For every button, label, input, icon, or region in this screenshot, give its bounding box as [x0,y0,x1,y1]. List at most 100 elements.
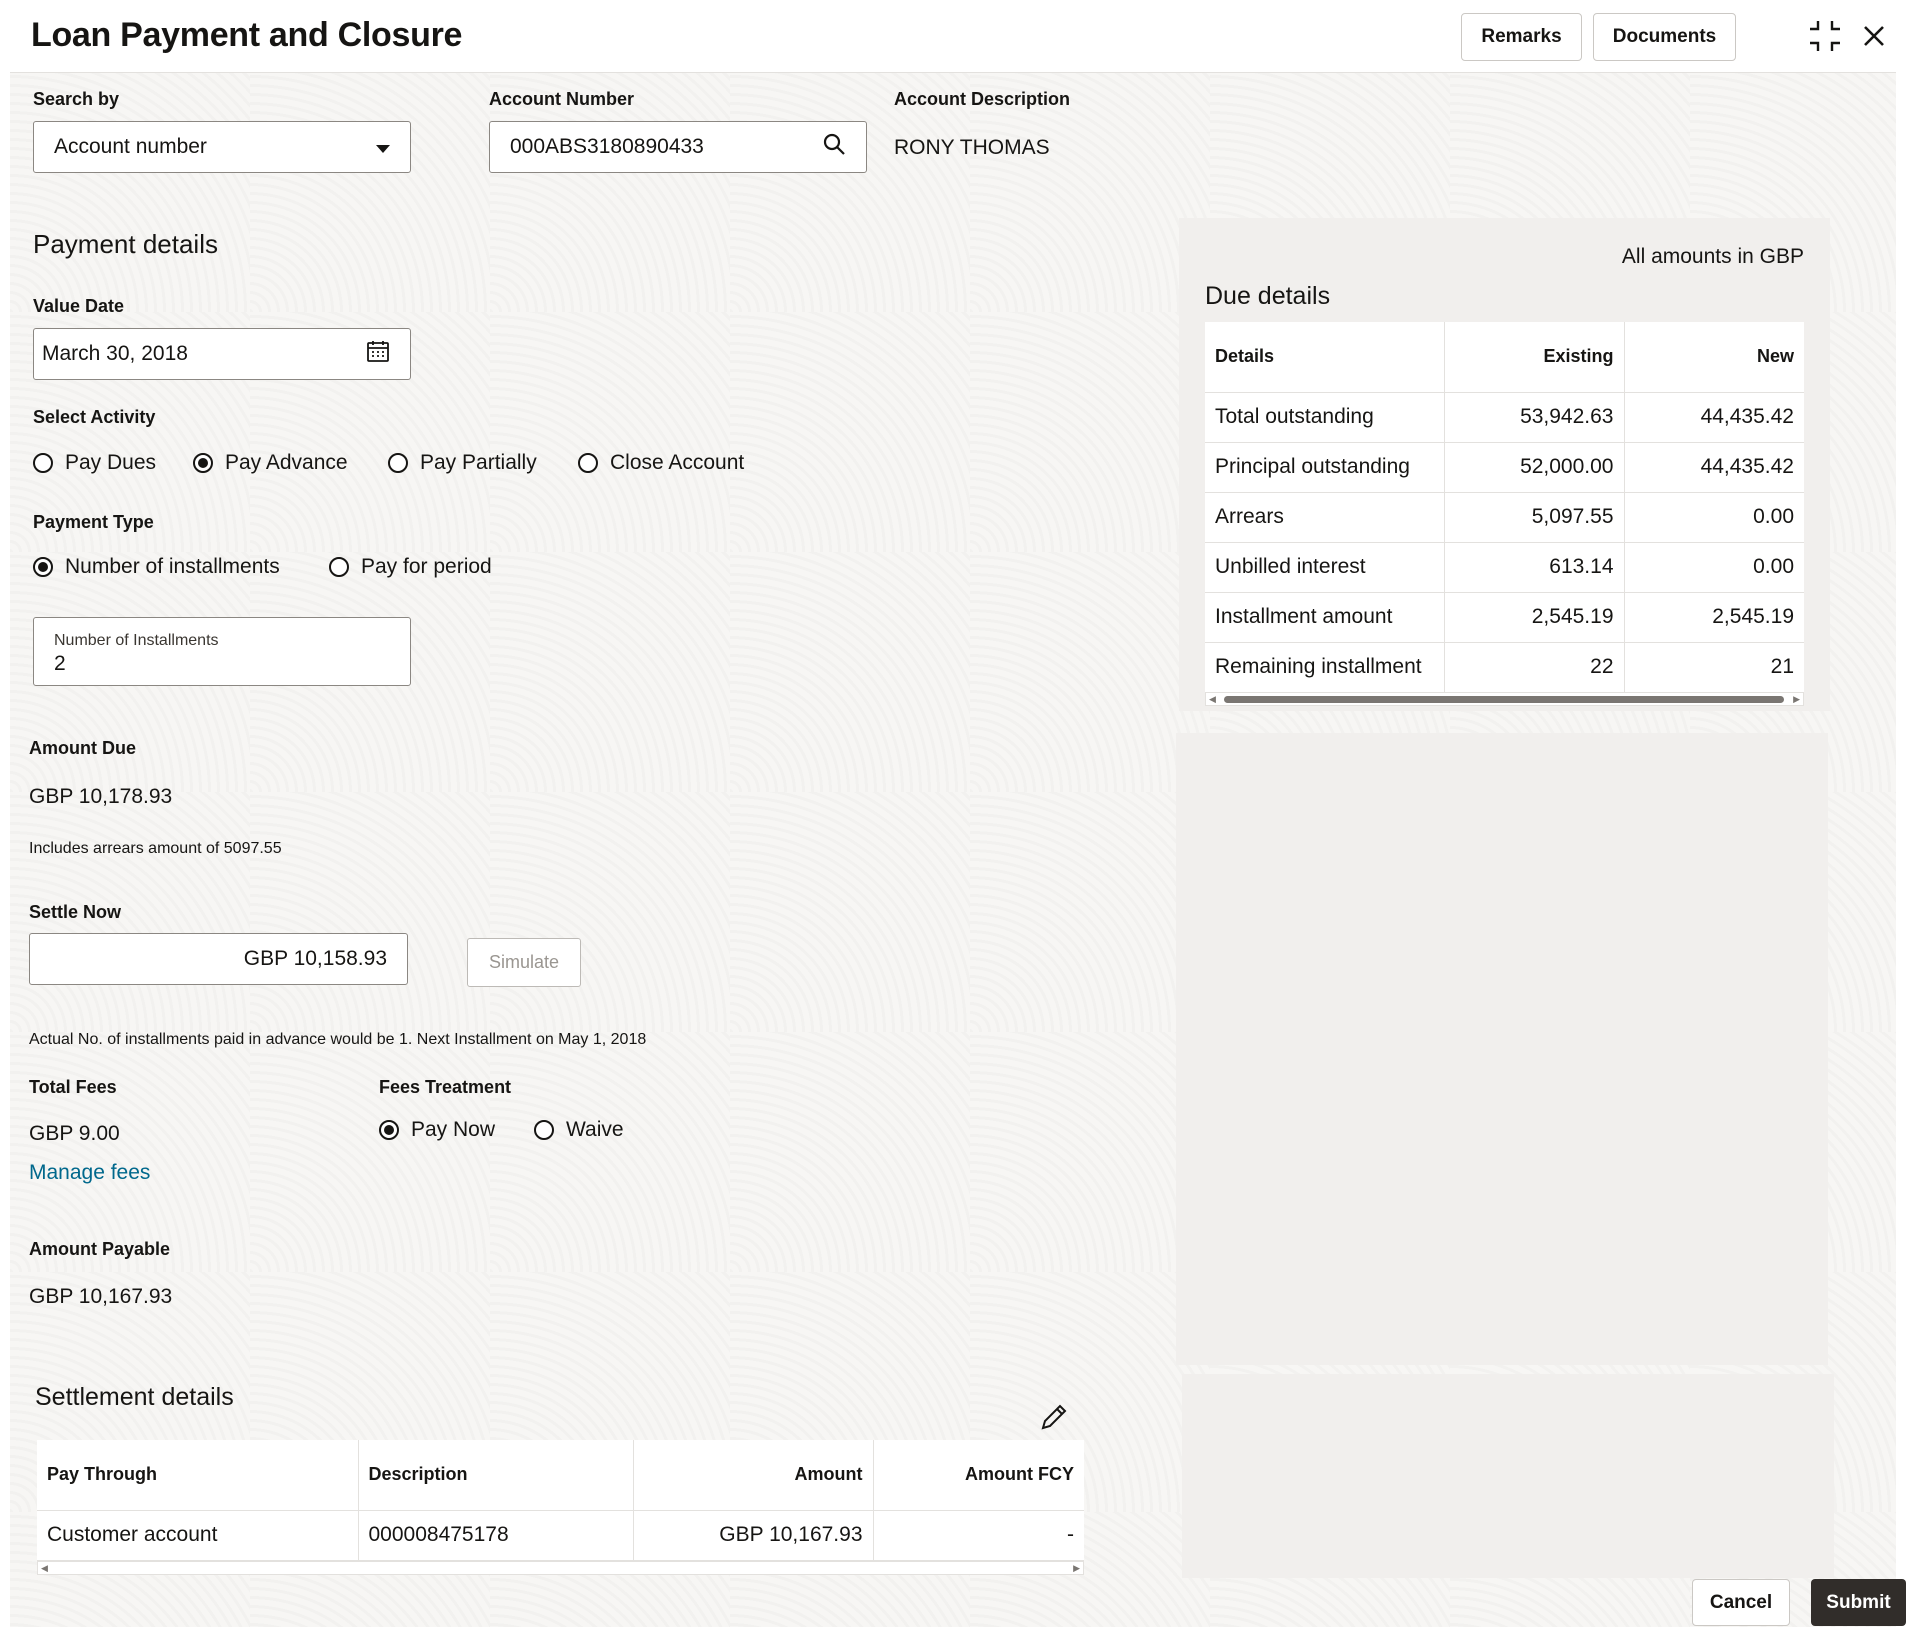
total-fees-value: GBP 9.00 [29,1122,120,1145]
activity-option-label: Pay Dues [65,451,157,474]
table-header-row: Pay Through Description Amount Amount FC… [37,1440,1084,1511]
table-row[interactable]: Customer account 000008475178 GBP 10,167… [37,1510,1084,1561]
scroll-left-icon[interactable]: ◀ [1209,694,1216,705]
total-fees-label: Total Fees [29,1077,117,1097]
search-by-value: Account number [54,135,207,158]
currency-note: All amounts in GBP [1621,245,1804,268]
table-cell: Arrears [1205,492,1445,543]
value-date-value: March 30, 2018 [42,342,188,365]
scroll-right-icon[interactable]: ▶ [1073,1563,1080,1574]
table-cell: 000008475178 [358,1510,634,1561]
radio-selected-icon [33,557,53,577]
payment-type-option-label: Pay for period [361,555,492,578]
radio-icon [388,453,408,473]
activity-option-label: Pay Partially [420,451,537,474]
settlement-details-title: Settlement details [35,1383,234,1411]
scroll-left-icon[interactable]: ◀ [41,1563,48,1574]
value-date-label: Value Date [33,296,125,316]
submit-button[interactable]: Submit [1811,1579,1906,1626]
fees-option-pay-now[interactable]: Pay Now [379,1118,495,1142]
settlement-scrollbar[interactable]: ◀ ▶ [37,1561,1084,1575]
remarks-button[interactable]: Remarks [1461,13,1582,61]
due-details-table: Details Existing New Total outstanding 5… [1205,322,1804,693]
due-details-scrollbar[interactable]: ◀ ▶ [1205,692,1804,706]
radio-icon [534,1120,554,1140]
page-title: Loan Payment and Closure [31,16,463,54]
minimize-icon[interactable] [1808,19,1842,53]
account-description-label: Account Description [894,89,1071,109]
documents-button[interactable]: Documents [1593,13,1736,61]
amount-due-value: GBP 10,178.93 [29,785,173,808]
table-row: Installment amount 2,545.19 2,545.19 [1205,592,1804,643]
arrears-note: Includes arrears amount of 5097.55 [29,840,282,857]
select-activity-label: Select Activity [33,407,156,427]
scroll-right-icon[interactable]: ▶ [1793,694,1800,705]
value-date-input[interactable]: March 30, 2018 [33,328,411,380]
column-header: Description [358,1440,634,1511]
activity-option-pay-partially[interactable]: Pay Partially [388,451,537,475]
payment-type-label: Payment Type [33,512,154,532]
activity-radio-group: Pay Dues Pay Advance Pay Partially Close… [33,451,793,477]
radio-selected-icon [193,453,213,473]
activity-option-close-account[interactable]: Close Account [578,451,744,475]
table-cell: Total outstanding [1205,392,1445,443]
table-cell: 2,545.19 [1624,592,1804,643]
search-by-label: Search by [33,89,120,109]
scrollbar-thumb[interactable] [1224,696,1784,703]
table-cell: 21 [1624,642,1804,693]
header-divider [10,72,1896,73]
close-icon[interactable] [1862,24,1886,48]
chevron-down-icon [376,135,390,159]
activity-option-label: Pay Advance [225,451,348,474]
table-row: Arrears 5,097.55 0.00 [1205,492,1804,543]
payment-type-option-period[interactable]: Pay for period [329,555,492,579]
column-header: New [1624,322,1804,393]
table-cell: 22 [1444,642,1625,693]
radio-icon [329,557,349,577]
account-number-label: Account Number [489,89,635,109]
column-header: Existing [1444,322,1625,393]
cancel-button[interactable]: Cancel [1692,1579,1790,1626]
column-header: Amount FCY [873,1440,1084,1511]
due-details-panel: All amounts in GBP Due details Details E… [1179,218,1830,711]
table-cell: 44,435.42 [1624,392,1804,443]
table-cell: Customer account [37,1510,359,1561]
fees-option-label: Waive [566,1118,624,1141]
search-by-select[interactable]: Account number [33,121,411,173]
table-cell: Principal outstanding [1205,442,1445,493]
radio-icon [33,453,53,473]
due-details-title: Due details [1205,282,1331,310]
column-header: Details [1205,322,1445,393]
settle-now-label: Settle Now [29,902,122,922]
payment-type-radio-group: Number of installments Pay for period [33,555,593,581]
activity-option-pay-advance[interactable]: Pay Advance [193,451,348,475]
table-header-row: Details Existing New [1205,322,1804,393]
table-cell: 53,942.63 [1444,392,1625,443]
payment-type-option-installments[interactable]: Number of installments [33,555,280,579]
amount-payable-label: Amount Payable [29,1239,171,1259]
installments-value: 2 [54,652,66,675]
table-cell: 2,545.19 [1444,592,1625,643]
fees-option-waive[interactable]: Waive [534,1118,624,1142]
installments-label: Number of Installments [54,632,219,649]
table-cell: 0.00 [1624,542,1804,593]
table-row: Remaining installment 22 21 [1205,642,1804,693]
payment-details-title: Payment details [33,229,218,259]
manage-fees-link[interactable]: Manage fees [29,1161,150,1185]
calendar-icon[interactable] [366,339,390,369]
settle-now-input[interactable]: GBP 10,158.93 [29,933,408,985]
edit-pencil-icon[interactable] [1039,1402,1069,1432]
radio-selected-icon [379,1120,399,1140]
table-row: Principal outstanding 52,000.00 44,435.4… [1205,442,1804,493]
installments-field[interactable]: Number of Installments 2 [33,617,411,686]
settlement-table: Pay Through Description Amount Amount FC… [37,1440,1084,1561]
column-header: Pay Through [37,1440,359,1511]
search-icon[interactable] [822,132,846,162]
activity-option-label: Close Account [610,451,745,474]
table-cell: 5,097.55 [1444,492,1625,543]
account-number-input[interactable]: 000ABS3180890433 [489,121,867,173]
activity-option-pay-dues[interactable]: Pay Dues [33,451,156,475]
side-panel-bottom [1182,1374,1834,1578]
fees-treatment-label: Fees Treatment [379,1077,512,1097]
simulate-button[interactable]: Simulate [467,938,581,987]
